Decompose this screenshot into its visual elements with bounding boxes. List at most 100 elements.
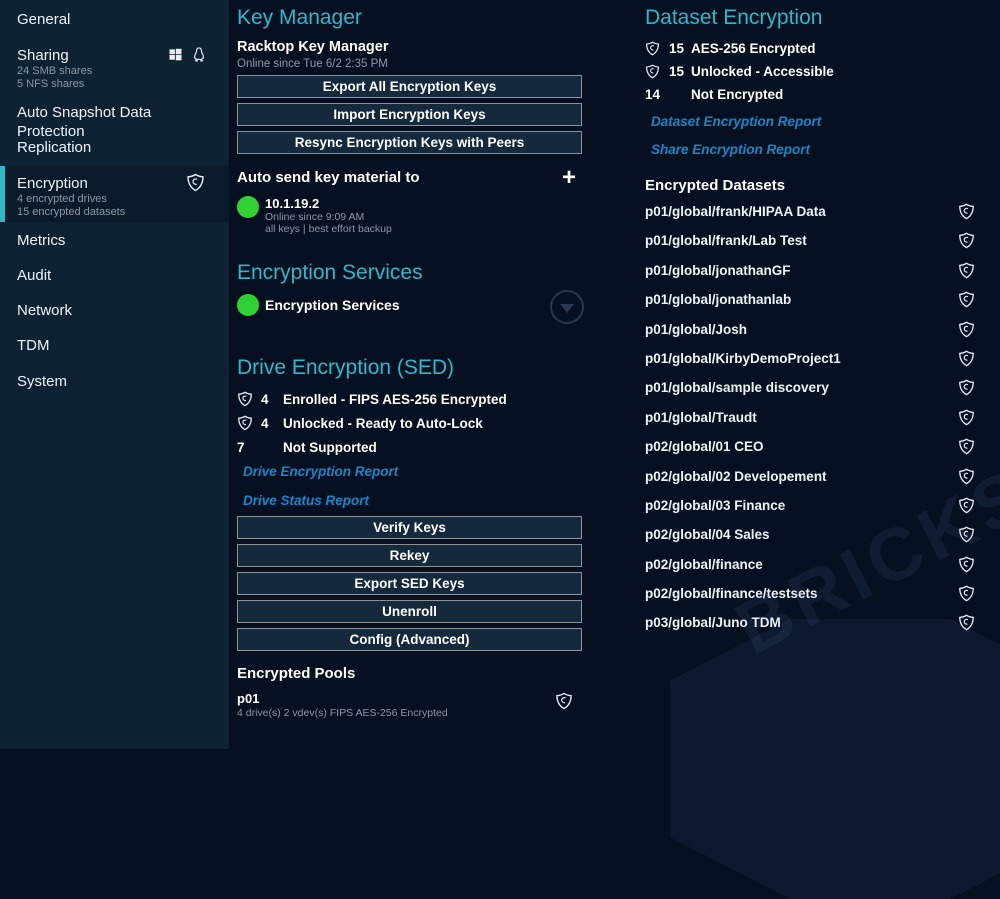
drive-stat-row: 4 Unlocked - Ready to Auto-Lock — [237, 411, 582, 435]
stat-label: Unlocked - Accessible — [691, 64, 834, 79]
dataset-row[interactable]: p01/global/KirbyDemoProject1 — [645, 350, 985, 379]
drive-encryption-title: Drive Encryption (SED) — [237, 355, 582, 381]
stat-count: 15 — [669, 64, 691, 79]
dataset-row[interactable]: p02/global/04 Sales — [645, 526, 985, 555]
stat-label: Enrolled - FIPS AES-256 Encrypted — [283, 392, 507, 407]
resync-encryption-keys-button[interactable]: Resync Encryption Keys with Peers — [237, 131, 582, 154]
sidebar: General Sharing 24 SMB shares 5 NFS shar… — [0, 0, 229, 749]
shield-icon — [958, 614, 975, 631]
shield-icon — [645, 41, 669, 56]
windows-icon — [168, 47, 183, 62]
dataset-row[interactable]: p02/global/01 CEO — [645, 438, 985, 467]
sidebar-item-audit[interactable]: Audit — [0, 264, 229, 299]
shield-icon — [958, 409, 975, 426]
shield-icon — [958, 262, 975, 279]
pool-row[interactable]: p01 4 drive(s) 2 vdev(s) FIPS AES-256 En… — [237, 691, 582, 720]
stat-label: Not Supported — [283, 440, 377, 455]
export-all-encryption-keys-button[interactable]: Export All Encryption Keys — [237, 75, 582, 98]
dataset-stat-row: 14 Not Encrypted — [645, 83, 985, 106]
shield-icon — [958, 556, 975, 573]
dataset-name: p03/global/Juno TDM — [645, 614, 781, 632]
dataset-row[interactable]: p02/global/03 Finance — [645, 497, 985, 526]
sidebar-item-subtext: 24 SMB shares — [17, 65, 217, 78]
dataset-row[interactable]: p01/global/sample discovery — [645, 379, 985, 408]
shield-icon — [237, 391, 261, 407]
dataset-row[interactable]: p01/global/jonathanlab — [645, 291, 985, 320]
dataset-name: p02/global/03 Finance — [645, 497, 785, 515]
linux-icon — [191, 46, 207, 63]
auto-send-section: Auto send key material to + — [237, 169, 582, 187]
shield-icon — [186, 173, 205, 192]
key-manager-name: Racktop Key Manager — [237, 39, 582, 55]
peer-address: 10.1.19.2 — [265, 196, 392, 211]
dataset-name: p01/global/jonathanlab — [645, 291, 791, 309]
sidebar-item-label: Metrics — [17, 231, 217, 250]
shield-icon — [958, 526, 975, 543]
encryption-services-title: Encryption Services — [237, 260, 582, 286]
sidebar-item-auto-snapshot-data-protection[interactable]: Auto Snapshot Data Protection — [0, 101, 229, 136]
chevron-down-icon — [560, 304, 574, 313]
sidebar-item-sharing[interactable]: Sharing 24 SMB shares 5 NFS shares — [0, 44, 229, 100]
stat-count: 7 — [237, 440, 261, 455]
shield-icon — [645, 64, 669, 79]
dataset-name: p02/global/01 CEO — [645, 438, 764, 456]
dataset-encryption-report-link[interactable]: Dataset Encryption Report — [651, 114, 821, 129]
dataset-row[interactable]: p01/global/frank/HIPAA Data — [645, 203, 985, 232]
stat-count: 14 — [645, 87, 669, 102]
shield-icon — [958, 497, 975, 514]
sidebar-item-subtext: 4 encrypted drives — [17, 193, 217, 206]
sidebar-item-encryption[interactable]: Encryption 4 encrypted drives 15 encrypt… — [0, 166, 229, 222]
shield-icon — [958, 468, 975, 485]
drive-stat-row: 4 Enrolled - FIPS AES-256 Encrypted — [237, 387, 582, 411]
dataset-name: p01/global/jonathanGF — [645, 262, 791, 280]
dataset-row[interactable]: p01/global/jonathanGF — [645, 262, 985, 291]
dataset-row[interactable]: p02/global/02 Developement — [645, 468, 985, 497]
shield-icon — [958, 379, 975, 396]
rekey-button[interactable]: Rekey — [237, 544, 582, 567]
sidebar-item-label: Audit — [17, 266, 217, 285]
sidebar-item-system[interactable]: System — [0, 370, 229, 405]
encryption-services-dropdown-button[interactable] — [550, 290, 584, 324]
dataset-name: p02/global/finance — [645, 556, 763, 574]
drive-status-report-link[interactable]: Drive Status Report — [243, 493, 369, 508]
import-encryption-keys-button[interactable]: Import Encryption Keys — [237, 103, 582, 126]
stat-count: 15 — [669, 41, 691, 56]
drive-stat-row: 7 Not Supported — [237, 435, 582, 459]
dataset-encryption-stats: 15 AES-256 Encrypted 15 Unlocked - Acces… — [645, 37, 985, 106]
dataset-row[interactable]: p02/global/finance/testsets — [645, 585, 985, 614]
stat-label: AES-256 Encrypted — [691, 41, 816, 56]
sidebar-item-metrics[interactable]: Metrics — [0, 229, 229, 264]
dataset-name: p01/global/frank/HIPAA Data — [645, 203, 826, 221]
dataset-stat-row: 15 AES-256 Encrypted — [645, 37, 985, 60]
dataset-row[interactable]: p02/global/finance — [645, 556, 985, 585]
unenroll-button[interactable]: Unenroll — [237, 600, 582, 623]
key-manager-buttons: Export All Encryption Keys Import Encryp… — [237, 75, 582, 159]
shield-icon — [958, 350, 975, 367]
share-encryption-report-link-row: Share Encryption Report — [645, 141, 985, 159]
dataset-row[interactable]: p01/global/Traudt — [645, 409, 985, 438]
dataset-name: p02/global/02 Developement — [645, 468, 827, 486]
key-manager-title: Key Manager — [237, 5, 582, 31]
stat-count: 4 — [261, 392, 283, 407]
shield-icon — [958, 232, 975, 249]
config-advanced-button[interactable]: Config (Advanced) — [237, 628, 582, 651]
add-peer-button[interactable]: + — [562, 166, 576, 190]
sidebar-item-tdm[interactable]: TDM — [0, 334, 229, 369]
dataset-row[interactable]: p01/global/frank/Lab Test — [645, 232, 985, 261]
verify-keys-button[interactable]: Verify Keys — [237, 516, 582, 539]
key-peer-row[interactable]: 10.1.19.2 Online since 9:09 AM all keys … — [237, 196, 582, 235]
sidebar-item-general[interactable]: General — [0, 8, 229, 43]
pool-detail: 4 drive(s) 2 vdev(s) FIPS AES-256 Encryp… — [237, 706, 448, 720]
dataset-encryption-report-link-row: Dataset Encryption Report — [645, 113, 985, 131]
dataset-row[interactable]: p03/global/Juno TDM — [645, 614, 985, 643]
shield-icon — [555, 692, 573, 710]
export-sed-keys-button[interactable]: Export SED Keys — [237, 572, 582, 595]
sidebar-item-network[interactable]: Network — [0, 299, 229, 334]
drive-encryption-report-link[interactable]: Drive Encryption Report — [243, 464, 398, 479]
encrypted-pools-title: Encrypted Pools — [237, 665, 582, 682]
sidebar-item-subtext: 15 encrypted datasets — [17, 206, 217, 219]
share-encryption-report-link[interactable]: Share Encryption Report — [651, 142, 810, 157]
dataset-row[interactable]: p01/global/Josh — [645, 321, 985, 350]
dataset-encryption-column: Dataset Encryption 15 AES-256 Encrypted … — [645, 0, 985, 749]
dataset-name: p01/global/sample discovery — [645, 379, 829, 397]
